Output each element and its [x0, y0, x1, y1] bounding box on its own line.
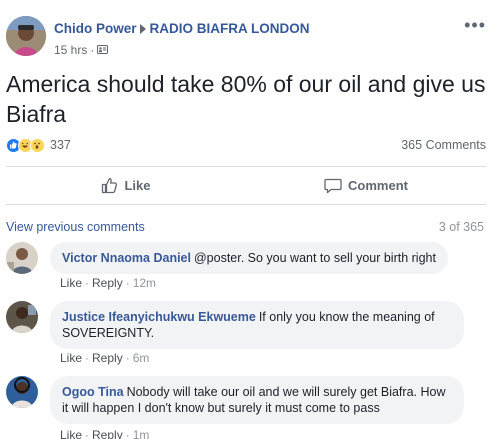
comment-button[interactable]: Comment	[246, 168, 486, 202]
comment-time[interactable]: 12m	[133, 276, 156, 290]
comment-page-count: 3 of 365	[438, 220, 484, 234]
post-header: Chido Power RADIO BIAFRA LONDON 15 hrs · •…	[6, 12, 486, 58]
comment-like-link[interactable]: Like	[60, 276, 82, 290]
comment-reply-link[interactable]: Reply	[92, 428, 123, 439]
post-timestamp[interactable]: 15 hrs	[54, 43, 87, 57]
comment-actions: Like · Reply · 1m	[60, 428, 149, 439]
divider	[6, 166, 486, 167]
thumbs-up-icon	[102, 177, 118, 193]
comment-author[interactable]: Victor Nnaoma Daniel	[62, 251, 191, 265]
comment-like-link[interactable]: Like	[60, 351, 82, 365]
comment-bubble: Justice Ifeanyichukwu Ekwueme If only you…	[50, 301, 464, 349]
comment-button-label: Comment	[348, 177, 408, 193]
comment-author[interactable]: Ogoo Tina	[62, 385, 124, 399]
commenter-avatar[interactable]	[6, 376, 38, 408]
view-previous-comments-link[interactable]: View previous comments	[6, 220, 145, 234]
comment-text: @poster. So you want to sell your birth …	[193, 251, 436, 265]
comment-author[interactable]: Justice Ifeanyichukwu Ekwueme	[62, 310, 256, 324]
facebook-post: Chido Power RADIO BIAFRA LONDON 15 hrs · •…	[0, 0, 492, 439]
like-button[interactable]: Like	[6, 168, 246, 202]
post-names: Chido Power RADIO BIAFRA LONDON	[54, 21, 310, 36]
author-name[interactable]: Chido Power	[54, 21, 137, 36]
comment-count[interactable]: 365 Comments	[401, 138, 486, 152]
comment-reply-link[interactable]: Reply	[92, 351, 123, 365]
wow-reaction-icon	[30, 137, 45, 153]
commenter-avatar[interactable]	[6, 301, 38, 333]
reaction-icons[interactable]: 337	[6, 135, 71, 155]
commenter-avatar[interactable]	[6, 242, 38, 274]
comment-bubble: Ogoo Tina Nobody will take our oil and we…	[50, 376, 464, 424]
action-bar: Like Comment	[6, 168, 486, 202]
comment-like-link[interactable]: Like	[60, 428, 82, 439]
group-members-icon	[97, 44, 109, 55]
more-options-icon[interactable]: •••	[464, 16, 486, 34]
post-meta: 15 hrs ·	[54, 43, 109, 57]
author-avatar[interactable]	[6, 16, 46, 56]
group-name[interactable]: RADIO BIAFRA LONDON	[150, 21, 310, 36]
comment-actions: Like · Reply · 12m	[60, 276, 157, 290]
comment-actions: Like · Reply · 6m	[60, 351, 150, 365]
comment-time[interactable]: 1m	[133, 428, 150, 439]
divider	[6, 204, 486, 205]
comment-time[interactable]: 6m	[133, 351, 150, 365]
comment-icon	[324, 178, 342, 193]
reaction-count[interactable]: 337	[50, 138, 71, 152]
like-button-label: Like	[124, 177, 151, 193]
post-text: America should take 80% of our oil and g…	[6, 71, 486, 127]
right-arrow-icon	[139, 24, 146, 34]
comment-bubble: Victor Nnaoma Daniel @poster. So you want…	[50, 242, 448, 274]
reaction-summary: 337 365 Comments	[6, 135, 486, 155]
comment-reply-link[interactable]: Reply	[92, 276, 123, 290]
